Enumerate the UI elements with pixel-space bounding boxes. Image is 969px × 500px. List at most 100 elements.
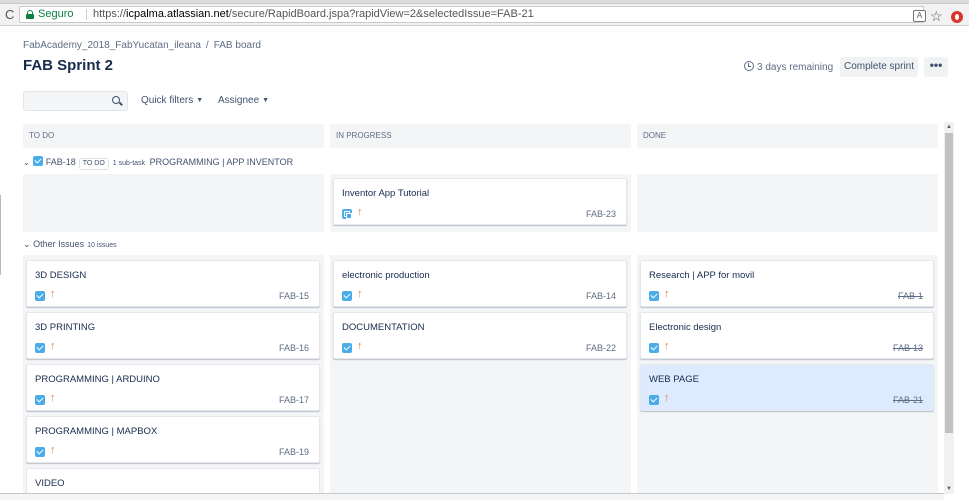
url-path: /secure/RapidBoard.jspa?rapidView=2&sele… (228, 8, 534, 20)
assignee-label: Assignee (218, 95, 260, 106)
card-key: FAB-19 (278, 447, 309, 457)
priority-high-icon: ↑ (664, 340, 670, 352)
scroll-down-arrow-icon[interactable]: ▼ (944, 484, 954, 494)
card-title: PROGRAMMING | MAPBOX (35, 426, 158, 437)
issue-count: 10 issues (87, 242, 117, 249)
card-key: FAB-17 (278, 395, 309, 405)
task-type-icon (35, 343, 45, 353)
scroll-thumb[interactable] (945, 133, 953, 433)
card-title: 3D PRINTING (35, 322, 96, 333)
priority-high-icon: ↑ (357, 206, 363, 218)
assignee-dropdown[interactable]: Assignee ▼ (218, 95, 269, 106)
subtask-count: 1 sub-task (112, 160, 146, 167)
swimlane-todo-cell (23, 174, 324, 232)
issue-card[interactable]: Research | APP for movil ↑ FAB-1 (640, 260, 934, 307)
card-title: Electronic design (649, 322, 722, 333)
card-key: FAB-1 (897, 291, 923, 301)
priority-high-icon: ↑ (50, 392, 56, 404)
task-type-icon (649, 343, 659, 353)
translate-icon[interactable]: A (913, 10, 926, 22)
page-title: FAB Sprint 2 (23, 57, 114, 74)
card-key: FAB-14 (585, 291, 616, 301)
card-key: FAB-15 (278, 291, 309, 301)
card-title: DOCUMENTATION (342, 322, 425, 333)
priority-high-icon: ↑ (664, 288, 670, 300)
card-key: FAB-13 (892, 343, 923, 353)
window-left-edge (0, 195, 1, 275)
chevron-down-icon[interactable]: ⌄ (23, 239, 31, 249)
card-title: 3D DESIGN (35, 270, 87, 281)
card-title: PROGRAMMING | ARDUINO (35, 374, 160, 385)
card-title: electronic production (342, 270, 430, 281)
other-issues-label: Other Issues (33, 239, 85, 249)
remaining-text: 3 days remaining (757, 62, 834, 73)
swimlane-header[interactable]: ⌄ FAB-18 TO DO 1 sub-task PROGRAMMING | APP… (23, 155, 293, 171)
issue-card[interactable]: DOCUMENTATION ↑ FAB-22 (333, 312, 627, 359)
card-key: FAB-22 (585, 343, 616, 353)
swimlane-title: PROGRAMMING | APP INVENTOR (149, 157, 294, 167)
secure-label: Seguro (38, 8, 74, 20)
url-input[interactable]: Seguro https://icpalma.atlassian.net/sec… (19, 6, 924, 23)
task-type-icon (35, 291, 45, 301)
card-title: Research | APP for movil (649, 270, 755, 281)
swimlane-issue-key[interactable]: FAB-18 (46, 157, 76, 167)
task-type-icon (649, 395, 659, 405)
board-scrollbar[interactable]: ▲ ▼ (944, 122, 954, 494)
column-header-done: DONE (637, 124, 938, 148)
url-prefix: https:// (93, 8, 127, 20)
breadcrumb-board-link[interactable]: FAB board (214, 40, 261, 51)
bookmark-star-icon[interactable]: ☆ (930, 8, 943, 25)
priority-high-icon: ↑ (50, 444, 56, 456)
chevron-down-icon: ▼ (196, 97, 204, 104)
breadcrumb-separator: / (205, 40, 209, 51)
card-key: FAB-16 (278, 343, 309, 353)
lock-icon (26, 10, 34, 19)
issue-card[interactable]: electronic production ↑ FAB-14 (333, 260, 627, 307)
clock-icon (744, 61, 754, 71)
issue-card[interactable]: Electronic design ↑ FAB-13 (640, 312, 934, 359)
search-icon (112, 96, 120, 104)
task-type-icon (342, 343, 352, 353)
extension-icon[interactable] (951, 11, 963, 23)
url-text: https://icpalma.atlassian.net/secure/Rap… (93, 7, 534, 22)
task-type-icon (35, 447, 45, 457)
other-issues-header[interactable]: ⌄ Other Issues 10 issues (23, 239, 117, 250)
more-actions-button[interactable]: ••• (924, 57, 948, 77)
window-bottom-edge (0, 493, 944, 500)
browser-address-bar: C Seguro https://icpalma.atlassian.net/s… (0, 4, 969, 26)
card-key: FAB-23 (585, 209, 616, 219)
issue-card[interactable]: 3D DESIGN ↑ FAB-15 (26, 260, 320, 307)
subtask-icon (342, 209, 352, 219)
swimlane-done-cell (637, 174, 938, 232)
search-input[interactable] (23, 91, 128, 111)
complete-sprint-button[interactable]: Complete sprint (840, 57, 918, 77)
task-type-icon (32, 156, 43, 166)
issue-card-selected[interactable]: WEB PAGE ↑ FAB-21 (640, 364, 934, 411)
scroll-up-arrow-icon[interactable]: ▲ (944, 122, 954, 132)
card-key: FAB-21 (892, 395, 923, 405)
chevron-down-icon: ▼ (262, 97, 270, 104)
issue-card[interactable]: PROGRAMMING | MAPBOX ↑ FAB-19 (26, 416, 320, 463)
column-header-in-progress: IN PROGRESS (330, 124, 631, 148)
sprint-remaining: 3 days remaining (744, 61, 833, 73)
issue-card[interactable]: PROGRAMMING | ARDUINO ↑ FAB-17 (26, 364, 320, 411)
card-title: VIDEO (35, 478, 65, 489)
reload-icon[interactable]: C (5, 7, 14, 22)
priority-high-icon: ↑ (357, 288, 363, 300)
priority-high-icon: ↑ (50, 288, 56, 300)
quick-filters-label: Quick filters (141, 95, 194, 106)
card-title: Inventor App Tutorial (342, 188, 430, 199)
task-type-icon (342, 291, 352, 301)
issue-card[interactable]: VIDEO (26, 468, 320, 493)
breadcrumb: FabAcademy_2018_FabYucatan_ileana / FAB bo… (23, 40, 261, 51)
chevron-down-icon[interactable]: ⌄ (23, 158, 30, 167)
card-title: WEB PAGE (649, 374, 699, 385)
issue-card[interactable]: Inventor App Tutorial ↑ FAB-23 (333, 178, 627, 225)
priority-high-icon: ↑ (664, 392, 670, 404)
task-type-icon (35, 395, 45, 405)
task-type-icon (649, 291, 659, 301)
quick-filters-dropdown[interactable]: Quick filters ▼ (141, 95, 203, 106)
breadcrumb-project-link[interactable]: FabAcademy_2018_FabYucatan_ileana (23, 40, 201, 51)
issue-card[interactable]: 3D PRINTING ↑ FAB-16 (26, 312, 320, 359)
url-separator (86, 9, 87, 20)
